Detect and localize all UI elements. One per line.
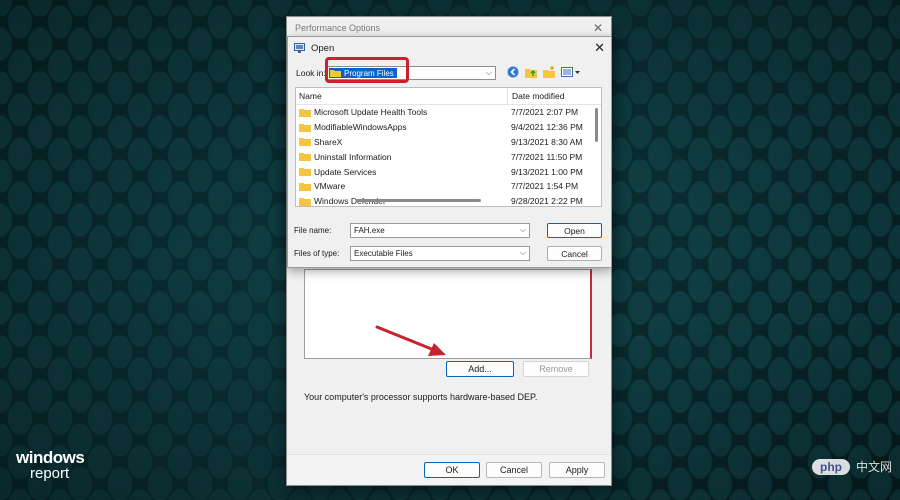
logo-line2: report bbox=[30, 465, 70, 482]
logo-line1: windows bbox=[16, 448, 85, 467]
php-watermark: php 中文网 bbox=[811, 458, 892, 475]
php-logo: php bbox=[811, 458, 850, 475]
windows-report-logo: windows report bbox=[16, 448, 85, 482]
php-caption: 中文网 bbox=[855, 460, 892, 474]
annotation-arrow bbox=[375, 325, 446, 356]
